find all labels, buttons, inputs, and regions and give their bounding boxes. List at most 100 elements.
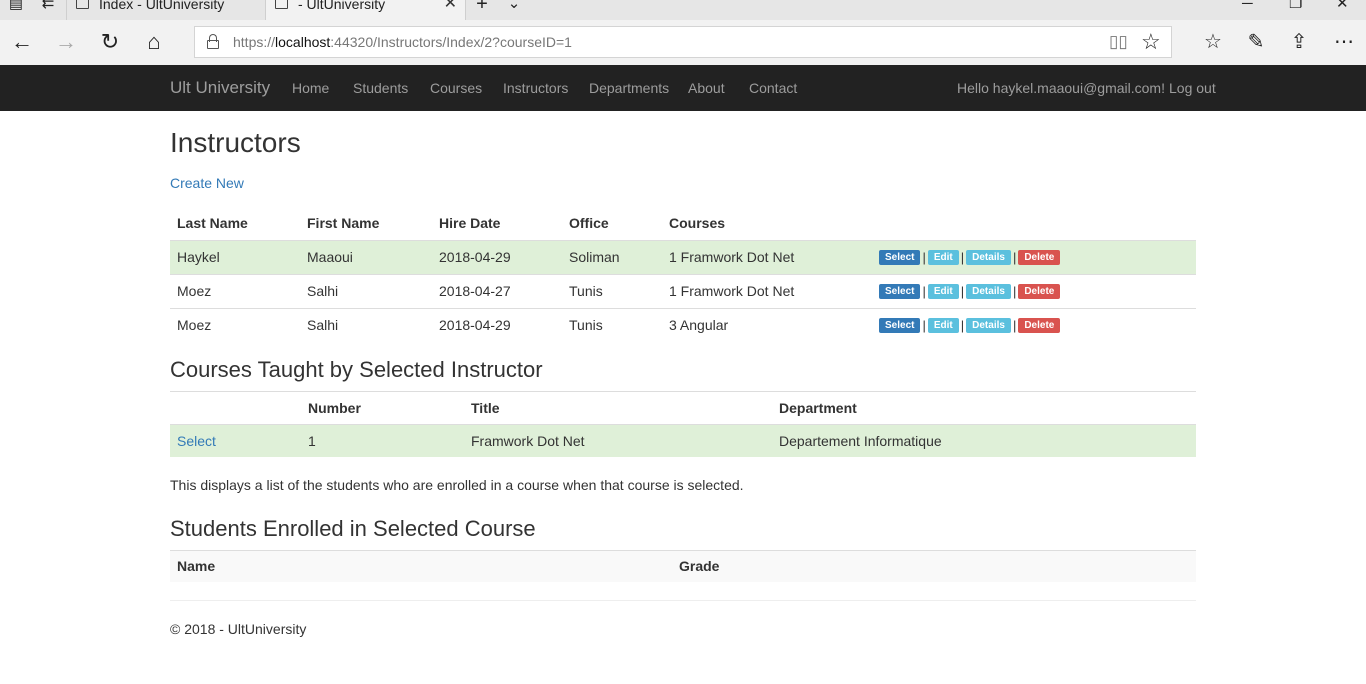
hire-date-cell: 2018-04-27 <box>432 273 562 308</box>
edit-button[interactable]: Edit <box>927 284 959 300</box>
browser-tab-strip: ▤ ⇇ Index - UltUniversity - UltUniversit… <box>0 0 1366 20</box>
hire-date-cell: 2018-04-29 <box>432 307 562 341</box>
table-row: Select 1 Framwork Dot Net Departement In… <box>170 424 1196 457</box>
table-row: Haykel Maaoui 2018-04-29 Soliman 1 Framw… <box>170 239 1196 274</box>
site-navbar: Ult University Home Students Courses Ins… <box>0 65 1366 111</box>
home-icon[interactable]: ⌂ <box>139 28 169 56</box>
table-header-row: Number Title Department <box>170 391 1196 425</box>
nav-departments[interactable]: Departments <box>589 65 669 111</box>
last-name-cell: Haykel <box>170 239 300 274</box>
action-separator: | <box>960 284 965 300</box>
column-header: Number <box>301 391 464 425</box>
share-icon[interactable]: ⇪ <box>1285 28 1313 56</box>
last-name-cell: Moez <box>170 273 300 308</box>
courses-cell: 1 Framwork Dot Net <box>662 239 872 274</box>
details-button[interactable]: Details <box>966 318 1011 334</box>
url-text[interactable]: https://localhost:44320/Instructors/Inde… <box>233 27 572 57</box>
table-row: Moez Salhi 2018-04-29 Tunis 3 Angular Se… <box>170 307 1196 341</box>
first-name-cell: Salhi <box>300 307 432 341</box>
action-separator: | <box>922 284 926 300</box>
forward-arrow-icon[interactable]: → <box>51 28 81 56</box>
column-header: Grade <box>672 549 1196 582</box>
brand-link[interactable]: Ult University <box>170 65 270 111</box>
close-tab-icon[interactable]: ✕ <box>444 0 457 14</box>
delete-button[interactable]: Delete <box>1018 284 1061 300</box>
nav-students[interactable]: Students <box>353 65 408 111</box>
column-header: Hire Date <box>439 214 501 231</box>
edit-button[interactable]: Edit <box>927 250 959 266</box>
delete-button[interactable]: Delete <box>1018 250 1061 266</box>
new-tab-icon[interactable]: + <box>472 0 492 14</box>
enrollment-note: This displays a list of the students who… <box>170 476 744 493</box>
delete-button[interactable]: Delete <box>1018 318 1061 334</box>
create-new-link[interactable]: Create New <box>170 175 244 191</box>
browser-toolbar: ← → ↻ ⌂ https://localhost:44320/Instruct… <box>0 20 1366 65</box>
first-name-cell: Maaoui <box>300 239 432 274</box>
nav-about[interactable]: About <box>688 65 725 111</box>
favorites-hub-icon[interactable]: ☆ <box>1199 28 1227 56</box>
footer-divider <box>170 600 1196 601</box>
set-aside-tabs-icon[interactable]: ⇇ <box>38 0 58 14</box>
favorite-star-icon[interactable]: ☆ <box>1141 30 1161 54</box>
course-department-cell: Departement Informatique <box>772 424 1196 457</box>
column-header: Department <box>772 391 1196 425</box>
action-separator: | <box>922 250 926 266</box>
browser-tab-current[interactable]: - UltUniversity ✕ <box>266 0 466 20</box>
row-actions: Select | Edit | Details | Delete <box>872 307 1196 341</box>
back-arrow-icon[interactable]: ← <box>7 28 37 56</box>
page-title: Instructors <box>170 127 301 158</box>
row-actions: Select | Edit | Details | Delete <box>872 239 1196 274</box>
table-header-row: Last Name First Name Hire Date Office Co… <box>170 206 1196 240</box>
details-button[interactable]: Details <box>966 284 1011 300</box>
nav-courses[interactable]: Courses <box>430 65 482 111</box>
column-header: Title <box>464 391 772 425</box>
tab-title: - UltUniversity <box>298 0 386 12</box>
courses-cell: 1 Framwork Dot Net <box>662 273 872 308</box>
tab-actions-icon[interactable]: ▤ <box>6 0 26 14</box>
main-content: Instructors Create New Last Name First N… <box>170 111 1196 637</box>
lock-icon <box>207 34 219 49</box>
nav-contact[interactable]: Contact <box>749 65 797 111</box>
hire-date-cell: 2018-04-29 <box>432 239 562 274</box>
select-button[interactable]: Select <box>879 318 921 334</box>
footer-text: © 2018 - UltUniversity <box>170 621 307 637</box>
column-header: Last Name <box>177 214 248 231</box>
user-greeting-link[interactable]: Hello haykel.maaoui@gmail.com! <box>957 65 1165 111</box>
column-header: Name <box>170 549 672 582</box>
logout-link[interactable]: Log out <box>1169 65 1216 111</box>
address-bar[interactable]: https://localhost:44320/Instructors/Inde… <box>194 26 1172 58</box>
column-header <box>170 391 301 425</box>
office-cell: Tunis <box>562 307 662 341</box>
close-window-icon[interactable]: ✕ <box>1336 0 1349 14</box>
table-header-row: Name Grade <box>170 549 1196 582</box>
reading-view-icon[interactable]: ▯▯ <box>1109 33 1129 51</box>
students-heading: Students Enrolled in Selected Course <box>170 515 536 541</box>
select-button[interactable]: Select <box>879 250 921 266</box>
course-title-cell: Framwork Dot Net <box>464 424 772 457</box>
students-table: Name Grade <box>170 549 1196 582</box>
action-separator: | <box>1012 284 1017 300</box>
action-separator: | <box>960 318 965 334</box>
action-separator: | <box>922 318 926 334</box>
nav-home[interactable]: Home <box>292 65 329 111</box>
column-header: Office <box>569 214 609 231</box>
refresh-icon[interactable]: ↻ <box>95 28 125 56</box>
first-name-cell: Salhi <box>300 273 432 308</box>
browser-tab-index[interactable]: Index - UltUniversity <box>66 0 266 20</box>
restore-icon[interactable]: ❐ <box>1289 0 1302 14</box>
select-course-link[interactable]: Select <box>177 433 216 449</box>
more-options-icon[interactable]: ⋯ <box>1330 28 1358 56</box>
edit-button[interactable]: Edit <box>927 318 959 334</box>
details-button[interactable]: Details <box>966 250 1011 266</box>
column-header: Courses <box>669 214 726 231</box>
select-button[interactable]: Select <box>879 284 921 300</box>
nav-instructors[interactable]: Instructors <box>503 65 568 111</box>
office-cell: Tunis <box>562 273 662 308</box>
tab-preview-chevron-icon[interactable]: ⌄ <box>504 0 524 14</box>
web-note-icon[interactable]: ✎ <box>1242 28 1270 56</box>
course-number-cell: 1 <box>301 424 464 457</box>
minimize-icon[interactable]: ─ <box>1242 0 1253 14</box>
action-separator: | <box>1012 318 1017 334</box>
courses-cell: 3 Angular <box>662 307 872 341</box>
page-favicon-icon <box>76 0 89 9</box>
